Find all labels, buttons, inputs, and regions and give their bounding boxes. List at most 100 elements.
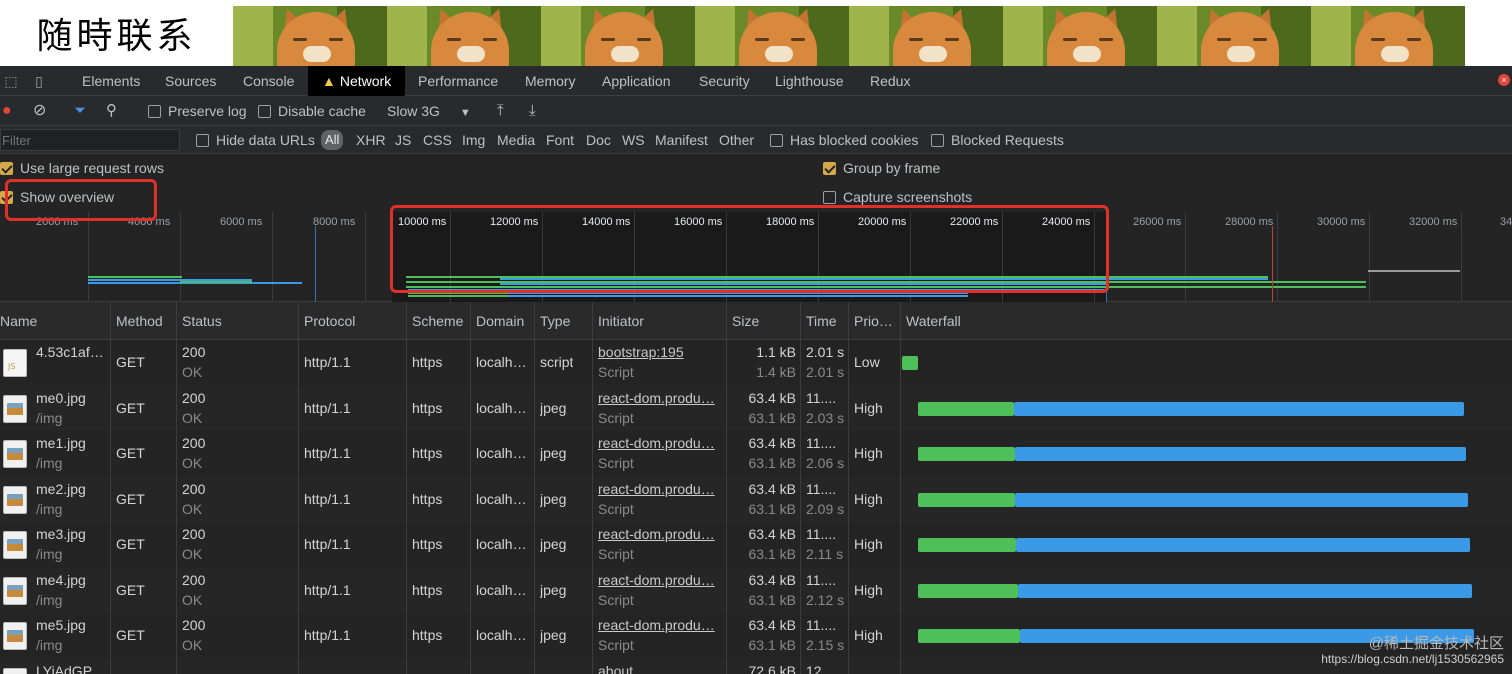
- disable-cache-checkbox[interactable]: Disable cache: [258, 96, 366, 126]
- has-blocked-cookies-checkbox[interactable]: Has blocked cookies: [770, 126, 918, 154]
- filter-type-js[interactable]: JS: [395, 126, 411, 154]
- table-row[interactable]: LYiAdGP… about 72.6 kB 12....: [0, 658, 1512, 674]
- cat-photo: [695, 6, 849, 66]
- table-row[interactable]: me4.jpg/img GET 200 OK http/1.1 https localh… j…: [0, 567, 1512, 613]
- request-latency: 2.01 s: [806, 364, 845, 380]
- chevron-down-icon: ▼: [459, 107, 471, 119]
- waterfall-download-bar: [1016, 538, 1470, 552]
- request-initiator-link[interactable]: bootstrap:195: [598, 344, 684, 360]
- request-latency: 2.03 s: [806, 409, 845, 426]
- has-blocked-cookies-label: Has blocked cookies: [790, 132, 919, 148]
- tab-elements[interactable]: Elements: [82, 66, 140, 96]
- table-row[interactable]: me5.jpg/img GET 200 OK http/1.1 https localh… j…: [0, 613, 1512, 659]
- checkbox-icon: [258, 105, 271, 118]
- tab-lighthouse[interactable]: Lighthouse: [775, 66, 844, 96]
- col-protocol[interactable]: Protocol: [304, 302, 355, 340]
- request-initiator-link[interactable]: react-dom.produ…: [598, 617, 715, 633]
- waterfall-download-bar: [1018, 583, 1472, 598]
- preserve-log-checkbox[interactable]: Preserve log: [148, 96, 247, 126]
- col-time[interactable]: Time: [806, 302, 837, 340]
- capture-screenshots-checkbox[interactable]: Capture screenshots: [823, 183, 972, 212]
- large-rows-checkbox[interactable]: Use large request rows: [0, 154, 164, 183]
- filter-type-media[interactable]: Media: [497, 126, 535, 154]
- overview-tick-label: 12000 ms: [490, 216, 539, 228]
- hide-data-urls-label: Hide data URLs: [216, 132, 315, 148]
- col-priority[interactable]: Prio…: [854, 302, 893, 340]
- upload-icon[interactable]: ⤒: [497, 96, 504, 126]
- request-initiator-link[interactable]: react-dom.produ…: [598, 526, 715, 542]
- col-type[interactable]: Type: [540, 302, 570, 340]
- tab-performance[interactable]: Performance: [418, 66, 498, 96]
- filter-type-ws[interactable]: WS: [622, 126, 645, 154]
- hide-data-urls-checkbox[interactable]: Hide data URLs: [196, 126, 315, 154]
- image-file-icon: [3, 485, 27, 514]
- request-initiator-link[interactable]: react-dom.produ…: [598, 481, 715, 497]
- request-name: 4.53c1af…: [36, 344, 104, 360]
- waterfall-download-bar: [1015, 447, 1466, 461]
- request-status-text: OK: [182, 364, 203, 380]
- table-row[interactable]: me1.jpg/img GET 200 OK http/1.1 https localh… j…: [0, 431, 1512, 477]
- table-row[interactable]: me2.jpg/img GET 200 OK http/1.1 https localh… j…: [0, 476, 1512, 522]
- download-icon[interactable]: ⤓: [529, 96, 536, 126]
- overview-gridline: [1185, 212, 1186, 302]
- waterfall-waiting-bar: [902, 356, 918, 370]
- request-initiator-link[interactable]: about: [598, 663, 633, 674]
- tab-network[interactable]: ▲ Network: [308, 66, 406, 96]
- tab-application[interactable]: Application: [602, 66, 671, 96]
- request-path: /img: [36, 409, 63, 426]
- table-row[interactable]: me0.jpg/img GET 200 OK http/1.1 https localh… j…: [0, 385, 1512, 431]
- blocked-requests-checkbox[interactable]: Blocked Requests: [931, 126, 1064, 154]
- filter-input[interactable]: [0, 129, 180, 151]
- tab-security[interactable]: Security: [699, 66, 750, 96]
- col-size[interactable]: Size: [732, 302, 759, 340]
- group-by-frame-checkbox[interactable]: Group by frame: [823, 154, 940, 183]
- request-status-text: OK: [182, 546, 203, 562]
- filter-type-manifest[interactable]: Manifest: [655, 126, 708, 154]
- filter-type-doc[interactable]: Doc: [586, 126, 611, 154]
- request-status-text: OK: [182, 455, 203, 471]
- request-name: me2.jpg: [36, 480, 86, 497]
- show-overview-checkbox[interactable]: Show overview: [0, 183, 114, 212]
- table-row[interactable]: 4.53c1af… GET 200 OK http/1.1 https localh… scr…: [0, 340, 1512, 386]
- request-path: /img: [36, 500, 63, 517]
- inspect-element-icon[interactable]: ⬚: [2, 72, 20, 90]
- filter-type-img[interactable]: Img: [462, 126, 485, 154]
- request-status: 200: [182, 435, 206, 451]
- col-waterfall[interactable]: Waterfall: [906, 302, 961, 340]
- network-overview[interactable]: 2000 ms 4000 ms 6000 ms 8000 ms 10000 ms 1200…: [0, 212, 1512, 302]
- col-name[interactable]: Name: [0, 302, 37, 340]
- search-icon[interactable]: ⚲: [106, 96, 117, 126]
- close-icon[interactable]: ×: [1498, 74, 1510, 86]
- request-initiator-link[interactable]: react-dom.produ…: [598, 572, 715, 588]
- tab-redux[interactable]: Redux: [870, 66, 910, 96]
- request-initiator-link[interactable]: react-dom.produ…: [598, 390, 715, 406]
- tab-memory[interactable]: Memory: [525, 66, 576, 96]
- col-status[interactable]: Status: [182, 302, 222, 340]
- table-row[interactable]: me3.jpg/img GET 200 OK http/1.1 https localh… j…: [0, 522, 1512, 568]
- disable-cache-label: Disable cache: [278, 103, 366, 119]
- record-icon[interactable]: ●: [2, 96, 12, 126]
- request-resource-size: 63.1 kB: [748, 455, 796, 471]
- device-toolbar-icon[interactable]: ▯: [30, 72, 48, 90]
- filter-type-css[interactable]: CSS: [423, 126, 452, 154]
- col-method[interactable]: Method: [116, 302, 163, 340]
- filter-type-xhr[interactable]: XHR: [356, 126, 386, 154]
- col-domain[interactable]: Domain: [476, 302, 524, 340]
- filter-icon[interactable]: ⏷: [74, 96, 86, 126]
- tab-sources[interactable]: Sources: [165, 66, 216, 96]
- col-scheme[interactable]: Scheme: [412, 302, 463, 340]
- filter-type-other[interactable]: Other: [719, 126, 754, 154]
- request-type: jpeg: [540, 536, 567, 552]
- throttle-select[interactable]: Slow 3G ▼: [387, 96, 471, 126]
- tab-console[interactable]: Console: [243, 66, 294, 96]
- filter-type-all[interactable]: All: [321, 130, 344, 150]
- clear-icon[interactable]: ⊘: [33, 96, 46, 126]
- column-separator: [406, 302, 407, 674]
- show-overview-label: Show overview: [20, 189, 115, 205]
- request-initiator-link[interactable]: react-dom.produ…: [598, 435, 715, 451]
- filter-type-font[interactable]: Font: [546, 126, 574, 154]
- request-resource-size: 63.1 kB: [748, 591, 796, 608]
- overview-request-bar: [406, 286, 1366, 288]
- col-initiator[interactable]: Initiator: [598, 302, 644, 340]
- request-status: 200: [182, 344, 206, 360]
